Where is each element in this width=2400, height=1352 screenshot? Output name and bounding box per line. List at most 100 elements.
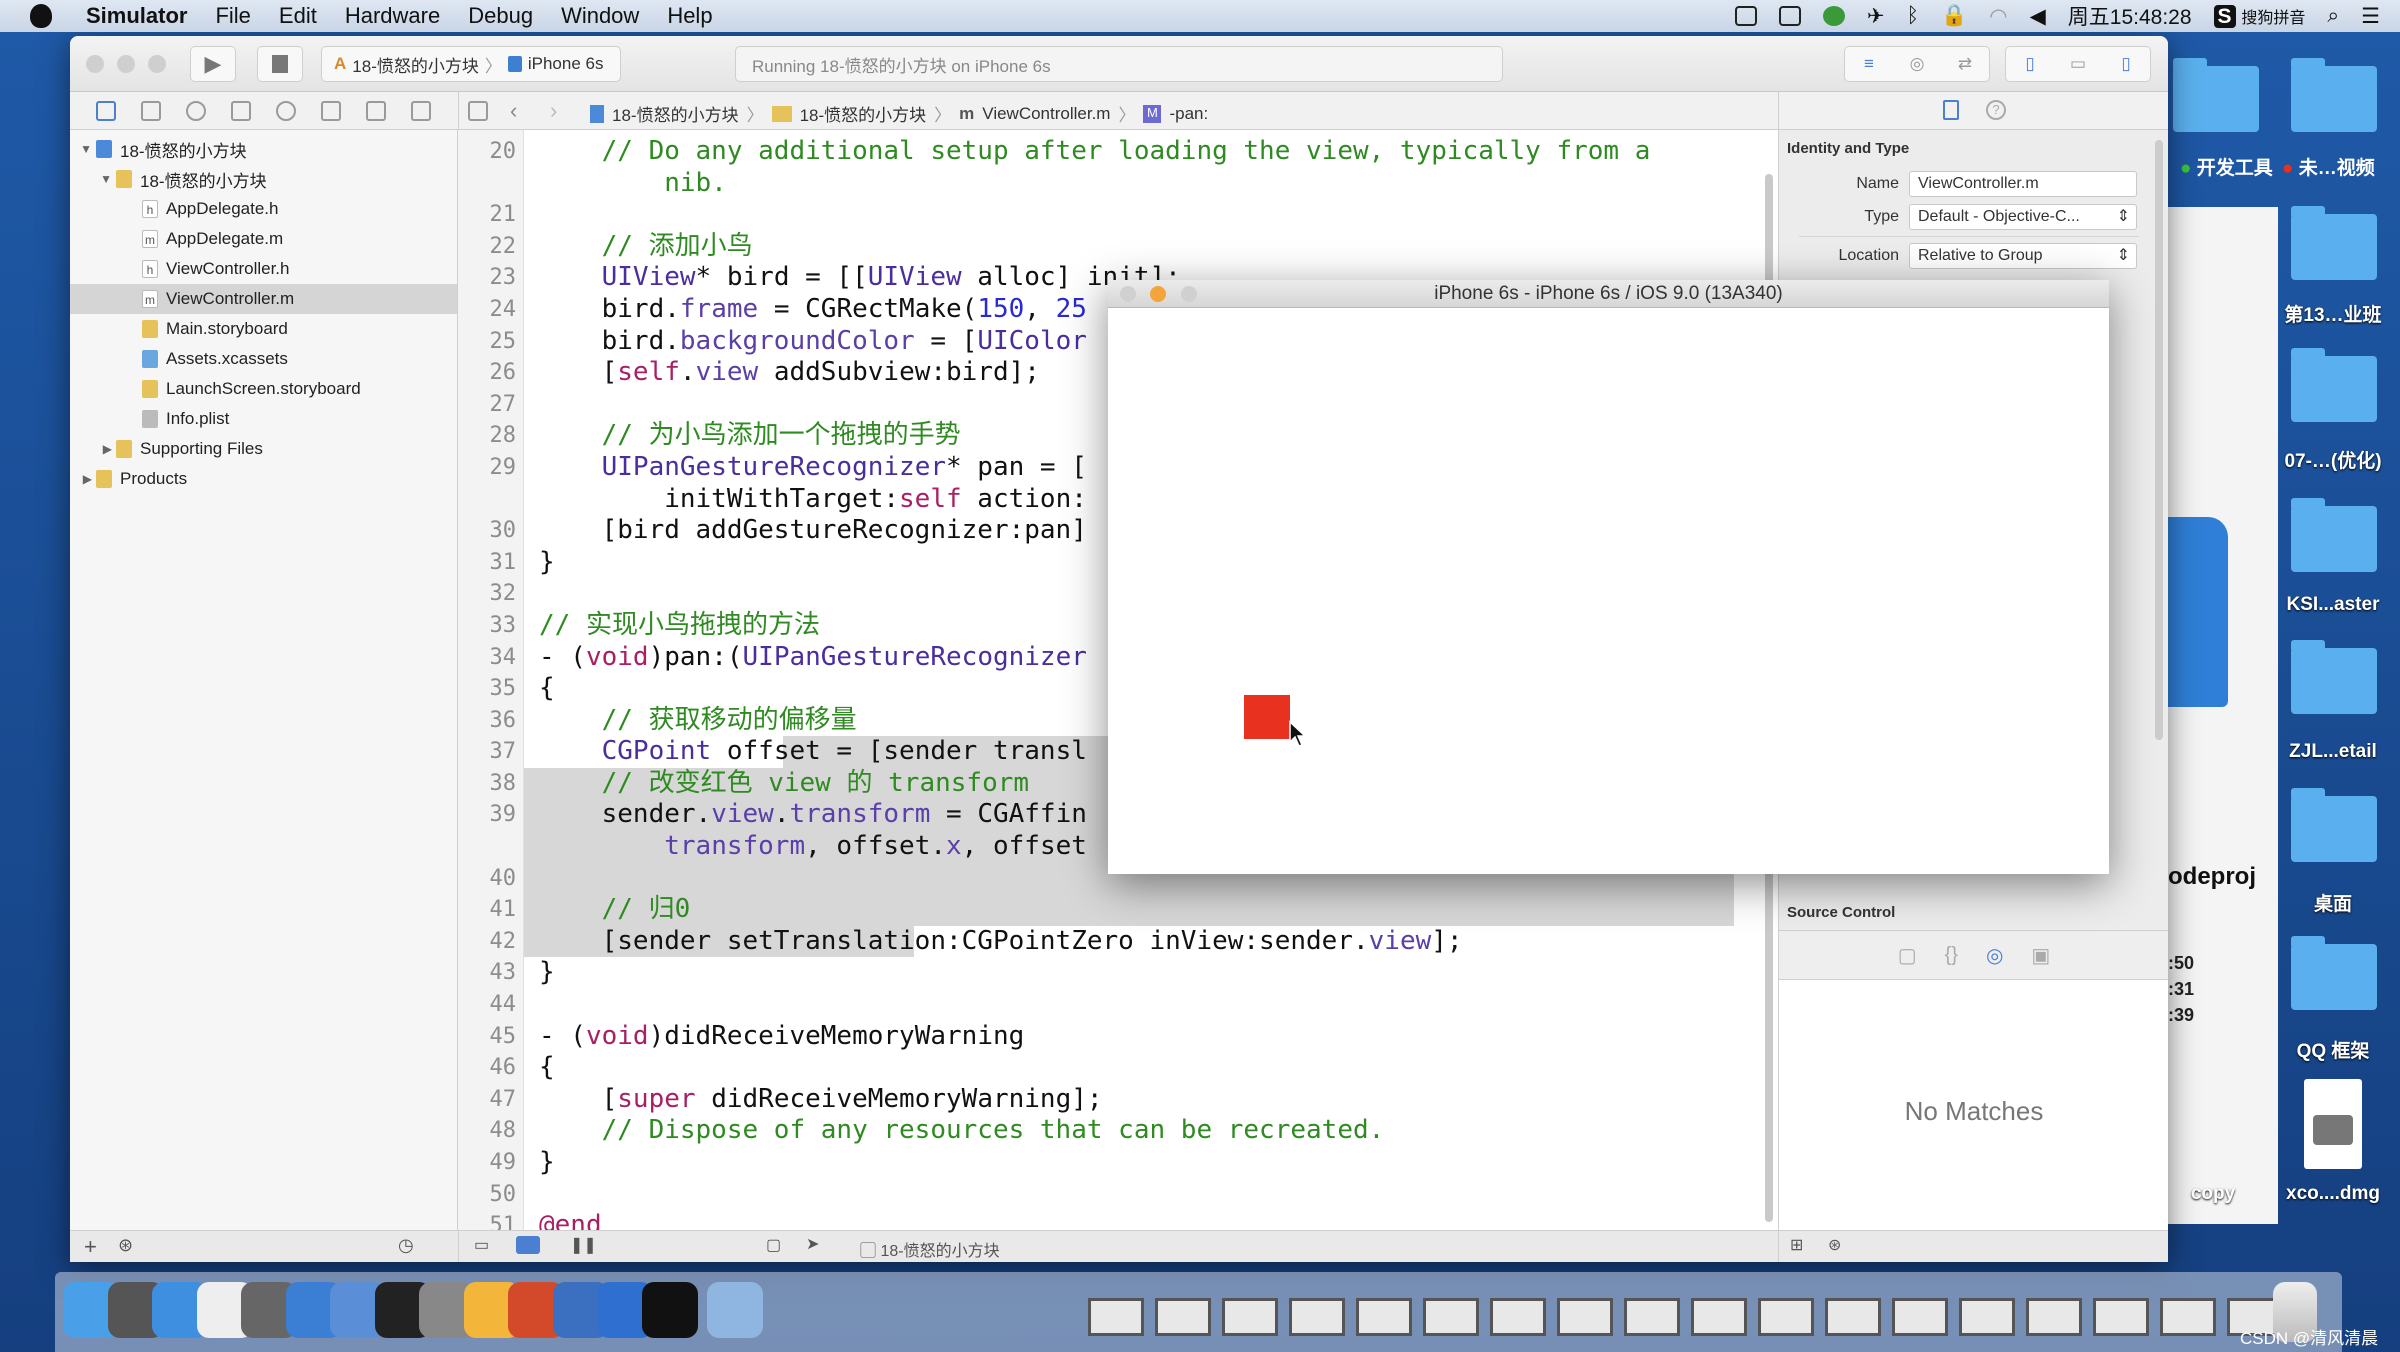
- assistant-editor-icon[interactable]: ◎: [1893, 54, 1941, 74]
- ime-indicator[interactable]: S 搜狗拼音: [2213, 4, 2305, 29]
- location-select[interactable]: Relative to Group ⇕: [1909, 243, 2137, 269]
- sidebar-item[interactable]: Assets.xcassets: [70, 344, 457, 374]
- desktop-item-label[interactable]: xco....dmg: [2268, 1183, 2398, 1205]
- notification-center-icon[interactable]: ☰: [2361, 4, 2380, 29]
- menu-edit[interactable]: Edit: [279, 3, 317, 29]
- desktop-tag-2[interactable]: ● 未…视频: [2282, 153, 2375, 180]
- minimized-window-thumbnail[interactable]: [1959, 1298, 2015, 1336]
- disclosure-triangle-icon[interactable]: ▼: [70, 172, 116, 186]
- project-navigator-icon[interactable]: [96, 101, 116, 121]
- sim-minimize-button[interactable]: [1150, 286, 1166, 302]
- code-line[interactable]: 49}: [458, 1147, 1778, 1179]
- filter-icon[interactable]: ⊛: [118, 1235, 133, 1256]
- zoom-window-button[interactable]: [148, 55, 166, 73]
- minimized-window-thumbnail[interactable]: [1423, 1298, 1479, 1336]
- minimized-window-thumbnail[interactable]: [1758, 1298, 1814, 1336]
- library-filter-icon[interactable]: ⊛: [1828, 1235, 1841, 1255]
- code-line[interactable]: nib.: [458, 168, 1778, 200]
- preview-photos-icon[interactable]: [707, 1282, 763, 1338]
- debug-navigator-icon[interactable]: [321, 101, 341, 121]
- minimized-window-thumbnail[interactable]: [1825, 1298, 1881, 1336]
- minimized-window-thumbnail[interactable]: [2160, 1298, 2216, 1336]
- report-navigator-icon[interactable]: [411, 101, 431, 121]
- forward-icon[interactable]: ›: [550, 98, 557, 124]
- disclosure-triangle-icon[interactable]: ▶: [70, 472, 96, 486]
- code-snippet-icon[interactable]: {}: [1945, 944, 1958, 967]
- code-line[interactable]: 21: [458, 199, 1778, 231]
- code-line[interactable]: 22 // 添加小鸟: [458, 231, 1778, 263]
- desktop-folder-icon[interactable]: [2291, 498, 2377, 572]
- code-line[interactable]: 44: [458, 989, 1778, 1021]
- player-icon[interactable]: [1822, 6, 1845, 26]
- minimized-window-thumbnail[interactable]: [2093, 1298, 2149, 1336]
- sidebar-item[interactable]: ▶ Products: [70, 464, 457, 494]
- object-library-icon[interactable]: ◎: [1986, 943, 2003, 968]
- run-button[interactable]: ▶: [190, 46, 236, 82]
- minimized-window-thumbnail[interactable]: [1356, 1298, 1412, 1336]
- debug-target[interactable]: ▢ 18-愤怒的小方块: [860, 1237, 1000, 1261]
- minimized-window-thumbnail[interactable]: [1222, 1298, 1278, 1336]
- grid-view-icon[interactable]: ⊞: [1790, 1235, 1803, 1255]
- desktop-folder-icon[interactable]: [2291, 640, 2377, 714]
- standard-editor-icon[interactable]: ≡: [1845, 54, 1893, 74]
- code-line[interactable]: 20 // Do any additional setup after load…: [458, 136, 1778, 168]
- code-line[interactable]: 45 - (void)didReceiveMemoryWarning: [458, 1021, 1778, 1053]
- code-line[interactable]: 48 // Dispose of any resources that can …: [458, 1115, 1778, 1147]
- desktop-folder-icon[interactable]: [2291, 348, 2377, 422]
- code-line[interactable]: 47 [super didReceiveMemoryWarning];: [458, 1084, 1778, 1116]
- code-line[interactable]: 42 [sender setTranslation:CGPointZero in…: [458, 925, 1778, 958]
- desktop-folder-icon[interactable]: [2291, 58, 2377, 132]
- minimized-window-thumbnail[interactable]: [1624, 1298, 1680, 1336]
- clock[interactable]: 周五15:48:28: [2068, 1, 2192, 31]
- spotlight-search-icon[interactable]: ⌕: [2327, 4, 2339, 28]
- minimize-window-button[interactable]: [117, 55, 135, 73]
- desktop-item-label[interactable]: ZJL...etail: [2268, 741, 2398, 763]
- add-icon[interactable]: +: [84, 1234, 97, 1260]
- media-library-icon[interactable]: ▣: [2031, 943, 2050, 968]
- minimized-window-thumbnail[interactable]: [2026, 1298, 2082, 1336]
- inspector-scrollbar[interactable]: [2155, 140, 2163, 740]
- sidebar-item[interactable]: Info.plist: [70, 404, 457, 434]
- menu-debug[interactable]: Debug: [468, 3, 533, 29]
- type-select[interactable]: Default - Objective-C... ⇕: [1909, 204, 2137, 230]
- breadcrumb-group[interactable]: 18-愤怒的小方块: [800, 101, 927, 126]
- symbol-navigator-icon[interactable]: [141, 101, 161, 121]
- simulator-title-bar[interactable]: iPhone 6s - iPhone 6s / iOS 9.0 (13A340): [1108, 280, 2109, 308]
- menu-hardware[interactable]: Hardware: [345, 3, 440, 29]
- desktop-item-label[interactable]: KSI...aster: [2268, 594, 2398, 616]
- toggle-navigator-icon[interactable]: ▯: [2006, 54, 2054, 74]
- test-navigator-icon[interactable]: [276, 101, 296, 121]
- code-line[interactable]: 43}: [458, 957, 1778, 989]
- code-line[interactable]: 51 @end: [458, 1210, 1778, 1230]
- code-line[interactable]: 46 {: [458, 1052, 1778, 1084]
- sidebar-item[interactable]: LaunchScreen.storyboard: [70, 374, 457, 404]
- toggle-debug-area-icon[interactable]: ▭: [2054, 54, 2102, 74]
- pause-icon[interactable]: ❚❚: [570, 1235, 597, 1255]
- minimized-window-thumbnail[interactable]: [1289, 1298, 1345, 1336]
- view-debugger-icon[interactable]: ▢: [766, 1235, 781, 1255]
- code-line[interactable]: 41 // 归0: [458, 894, 1778, 926]
- menu-window[interactable]: Window: [561, 3, 639, 29]
- hide-debug-area-icon[interactable]: ▭: [474, 1235, 489, 1255]
- sidebar-item[interactable]: ▶ Supporting Files: [70, 434, 457, 464]
- related-items-icon[interactable]: [468, 101, 488, 121]
- desktop-item-label[interactable]: QQ 框架: [2268, 1036, 2398, 1063]
- sidebar-item[interactable]: ▼ 18-愤怒的小方块: [70, 134, 457, 164]
- desktop-folder-icon[interactable]: [2291, 206, 2377, 280]
- bluetooth-icon[interactable]: ᛒ: [1907, 4, 1920, 28]
- menu-app[interactable]: Simulator: [86, 3, 187, 29]
- recent-files-icon[interactable]: ◷: [398, 1235, 414, 1256]
- dmg-file-icon[interactable]: [2304, 1079, 2362, 1169]
- sidebar-item[interactable]: Main.storyboard: [70, 314, 457, 344]
- sim-close-button[interactable]: [1120, 286, 1136, 302]
- issue-navigator-icon[interactable]: [231, 101, 251, 121]
- wifi-icon[interactable]: ◠: [1989, 4, 2007, 29]
- location-icon[interactable]: ➤: [806, 1234, 819, 1254]
- find-navigator-icon[interactable]: [186, 101, 206, 121]
- breakpoints-toggle-icon[interactable]: [516, 1236, 540, 1254]
- screen-share-icon[interactable]: [1734, 6, 1757, 26]
- breakpoint-navigator-icon[interactable]: [366, 101, 386, 121]
- minimized-window-thumbnail[interactable]: [1557, 1298, 1613, 1336]
- file-template-icon[interactable]: ▢: [1898, 943, 1917, 968]
- volume-icon[interactable]: ◀: [2030, 4, 2046, 29]
